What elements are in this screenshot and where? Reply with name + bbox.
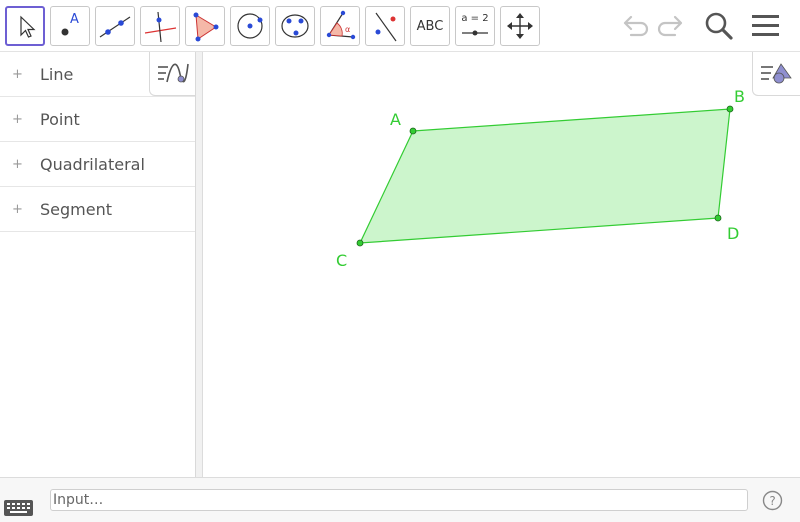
move-tool[interactable] (5, 6, 45, 46)
svg-text:?: ? (769, 494, 775, 508)
point-label-a: A (390, 110, 401, 129)
algebra-group-segment[interactable]: + Segment (0, 187, 195, 232)
slider-icon (462, 30, 488, 36)
algebra-group-label: Point (40, 110, 80, 129)
search-button[interactable] (700, 8, 736, 44)
perpendicular-line-icon (144, 11, 177, 43)
circle-tool[interactable] (230, 6, 270, 46)
help-icon: ? (762, 490, 783, 511)
angle-tool[interactable]: α (320, 6, 360, 46)
graphics-view[interactable]: A B C D (203, 52, 800, 477)
point-b[interactable] (726, 105, 734, 113)
point-tool[interactable]: A (50, 6, 90, 46)
redo-icon (657, 15, 683, 37)
search-icon (705, 12, 733, 40)
algebra-group-label: Line (40, 65, 74, 84)
point-label-b: B (734, 87, 745, 106)
text-tool[interactable]: ABC (410, 6, 450, 46)
algebra-group-label: Quadrilateral (40, 155, 145, 174)
move-graphics-icon (507, 13, 533, 39)
algebra-group-quadrilateral[interactable]: + Quadrilateral (0, 142, 195, 187)
expand-icon[interactable]: + (11, 113, 24, 126)
input-field[interactable] (50, 489, 748, 511)
text-icon: ABC (416, 18, 444, 34)
algebra-style-icon (158, 63, 189, 83)
move-graphics-tool[interactable] (500, 6, 540, 46)
algebra-group-point[interactable]: + Point (0, 97, 195, 142)
arrow-pointer-icon (20, 15, 36, 38)
polygon-icon (193, 12, 219, 42)
point-a[interactable] (409, 127, 417, 135)
toolbar: A α ABC a = 2 (0, 0, 800, 52)
panel-divider[interactable] (196, 52, 203, 477)
polygon-tool[interactable] (185, 6, 225, 46)
line-tool[interactable] (95, 6, 135, 46)
point-c[interactable] (356, 239, 364, 247)
circle-three-points-tool[interactable] (275, 6, 315, 46)
graphics-canvas[interactable]: A B C D (203, 52, 800, 477)
input-bar: ? (0, 477, 800, 522)
algebra-view: + Line + Point + Quadrilateral + Segment (0, 52, 196, 477)
graphics-style-icon (761, 63, 792, 84)
perpendicular-tool[interactable] (140, 6, 180, 46)
point-label-d: D (727, 224, 739, 243)
circle-center-icon (237, 13, 263, 39)
help-button[interactable]: ? (762, 490, 783, 511)
angle-icon: α (326, 10, 356, 40)
circle-three-points-icon (281, 14, 309, 38)
algebra-group-label: Segment (40, 200, 112, 219)
keyboard-button[interactable] (4, 498, 34, 518)
undo-icon (623, 15, 649, 37)
expand-icon[interactable]: + (11, 68, 24, 81)
graphics-style-button[interactable] (752, 52, 800, 96)
algebra-style-button[interactable] (149, 52, 195, 96)
line-icon (99, 16, 131, 38)
point-label-c: C (336, 251, 347, 270)
point-tool-label: A (70, 12, 79, 27)
redo-button[interactable] (653, 8, 689, 44)
expand-icon[interactable]: + (11, 158, 24, 171)
expand-icon[interactable]: + (11, 203, 24, 216)
slider-tool[interactable]: a = 2 (455, 6, 495, 46)
reflect-tool[interactable] (365, 6, 405, 46)
undo-button[interactable] (617, 8, 653, 44)
reflect-icon (375, 12, 397, 42)
point-d[interactable] (714, 214, 722, 222)
svg-text:α: α (345, 25, 350, 34)
menu-icon (752, 15, 779, 36)
keyboard-icon (4, 500, 33, 516)
menu-button[interactable] (748, 8, 784, 44)
